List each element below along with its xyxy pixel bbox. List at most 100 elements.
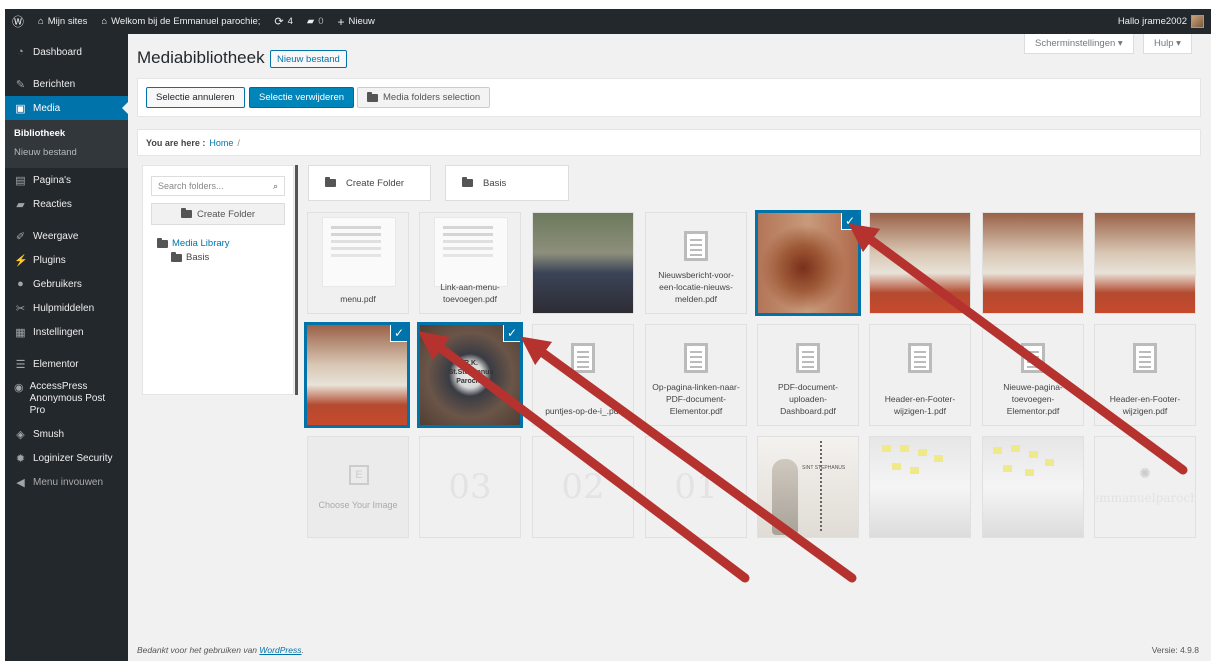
breadcrumb: You are here : Home /	[137, 129, 1201, 156]
check-icon[interactable]: ✓	[841, 213, 858, 230]
sidebar-item-label: Media	[33, 102, 61, 114]
media-item-number[interactable]: 01	[645, 436, 747, 538]
sidebar-item-dashboard[interactable]: ◔ Dashboard	[5, 40, 128, 64]
smush-icon: ◈	[16, 428, 25, 441]
choose-image-label: Choose Your Image	[318, 500, 398, 510]
media-item-statue[interactable]: SINT STEPHANUS	[757, 436, 859, 538]
screen-options-button[interactable]: Scherminstellingen ▾	[1024, 34, 1134, 54]
media-item[interactable]: Link-aan-menu-toevoegen.pdf	[419, 212, 521, 314]
media-item[interactable]: PDF-document-uploaden-Dashboard.pdf	[757, 324, 859, 426]
search-folders-input[interactable]: Search folders... ⌕	[151, 176, 285, 196]
tree-item-media-library[interactable]: Media Library	[157, 237, 230, 249]
media-item-photo-room[interactable]	[982, 212, 1084, 314]
sidebar-item-media[interactable]: ▣ Media	[5, 96, 128, 120]
check-icon[interactable]: ✓	[390, 325, 407, 342]
plug-icon: ⚡	[14, 254, 28, 267]
media-item-photo-room[interactable]	[869, 212, 971, 314]
sidebar-item-label: Smush	[33, 428, 65, 440]
media-item-photo-room[interactable]	[1094, 212, 1196, 314]
sidebar-item-comments[interactable]: ▰ Reacties	[5, 192, 128, 216]
media-item-board[interactable]	[982, 436, 1084, 538]
vertical-lettering	[820, 441, 822, 531]
folder-icon	[367, 91, 378, 102]
sidebar-item-label: Elementor	[33, 358, 79, 370]
statue-shape	[772, 459, 798, 535]
sidebar-item-smush[interactable]: ◈ Smush	[5, 422, 128, 446]
help-button[interactable]: Hulp ▾	[1143, 34, 1192, 54]
my-sites-menu[interactable]: ⌂ Mijn sites	[31, 9, 94, 34]
elementor-icon: E	[349, 465, 369, 485]
media-folders-selection-button[interactable]: Media folders selection	[357, 87, 491, 108]
media-filename: Link-aan-menu-toevoegen.pdf	[440, 282, 500, 304]
elementor-icon: ☰	[15, 358, 26, 371]
submenu-library[interactable]: Bibliotheek	[5, 124, 128, 143]
tree-item-basis[interactable]: Basis	[171, 251, 209, 263]
media-item[interactable]: Nieuwe-pagina-toevoegen-Elementor.pdf	[982, 324, 1084, 426]
sign-line: R.K.	[464, 360, 478, 367]
pdf-thumbnail	[434, 217, 508, 287]
media-item[interactable]: menu.pdf	[307, 212, 409, 314]
tree-item-label: Media Library	[172, 238, 230, 249]
wordpress-logo-icon[interactable]: Ⓦ	[5, 9, 31, 34]
media-item-photo-chapel-selected[interactable]: ✓	[755, 210, 861, 316]
search-placeholder: Search folders...	[158, 181, 224, 191]
sidebar-item-settings[interactable]: ▦ Instellingen	[5, 320, 128, 344]
avatar	[1191, 15, 1204, 28]
sidebar-item-loginizer[interactable]: ✹ Loginizer Security	[5, 446, 128, 470]
sidebar-collapse[interactable]: ◀ Menu invouwen	[5, 470, 128, 494]
sidebar-item-elementor[interactable]: ☰ Elementor	[5, 352, 128, 376]
folder-tile-basis-label: Basis	[483, 177, 507, 189]
sidebar-item-accesspress[interactable]: ◉ AccessPress Anonymous Post Pro	[5, 376, 128, 422]
panel-divider[interactable]	[295, 165, 298, 395]
greeting-label: Hallo jrame2002	[1117, 16, 1187, 27]
breadcrumb-home-link[interactable]: Home	[209, 138, 233, 148]
sidebar-item-label: Pagina's	[33, 174, 72, 186]
media-item[interactable]: Op-pagina-linken-naar-PDF-document-Eleme…	[645, 324, 747, 426]
site-name-menu[interactable]: ⌂ Welkom bij de Emmanuel parochie;	[94, 9, 267, 34]
document-icon	[684, 343, 708, 373]
media-item-number[interactable]: 03	[419, 436, 521, 538]
sidebar-item-appearance[interactable]: ✐ Weergave	[5, 224, 128, 248]
sidebar-item-plugins[interactable]: ⚡ Plugins	[5, 248, 128, 272]
media-item-logo[interactable]: ✺ emmanuelparoch	[1094, 436, 1196, 538]
bulk-toolbar: Selectie annuleren Selectie verwijderen …	[137, 78, 1201, 117]
media-item[interactable]: Header-en-Footer-wijzigen.pdf	[1094, 324, 1196, 426]
folder-tile-basis[interactable]: Basis	[445, 165, 569, 201]
updates-link[interactable]: ⟳ 4	[267, 9, 300, 34]
media-item-board[interactable]	[869, 436, 971, 538]
wordpress-link[interactable]: WordPress	[259, 645, 301, 655]
media-item[interactable]: puntjes-op-de-i_.pdf	[532, 324, 634, 426]
sign-line: St.Stephanus	[448, 369, 494, 376]
create-folder-button[interactable]: Create Folder	[151, 203, 285, 225]
create-folder-tile-label: Create Folder	[346, 177, 405, 189]
delete-selection-button[interactable]: Selectie verwijderen	[249, 87, 355, 108]
create-folder-tile[interactable]: Create Folder	[308, 165, 431, 201]
pdf-thumbnail	[322, 217, 396, 287]
new-content-menu[interactable]: + Nieuw	[331, 9, 382, 34]
add-folder-icon	[180, 208, 192, 218]
comments-link[interactable]: ▰ 0	[300, 9, 331, 34]
media-item-photo-room-selected[interactable]: ✓	[304, 322, 410, 428]
media-item-photo-sign-selected[interactable]: R.K. St.Stephanus Parochie ✓	[417, 322, 523, 428]
sidebar-item-posts[interactable]: ✎ Berichten	[5, 72, 128, 96]
sidebar-item-tools[interactable]: ✂ Hulpmiddelen	[5, 296, 128, 320]
sidebar-item-users[interactable]: ● Gebruikers	[5, 272, 128, 296]
updates-count: 4	[287, 16, 293, 27]
sidebar-item-pages[interactable]: ▤ Pagina's	[5, 168, 128, 192]
add-folder-icon	[325, 177, 336, 187]
media-item-number[interactable]: 02	[532, 436, 634, 538]
media-item[interactable]: Nieuwsbericht-voor-een-locatie-nieuws-me…	[645, 212, 747, 314]
sidebar-item-label: Berichten	[33, 78, 76, 90]
cancel-selection-button[interactable]: Selectie annuleren	[146, 87, 245, 108]
media-item-photo-crowd[interactable]	[532, 212, 634, 314]
media-item[interactable]: Header-en-Footer-wijzigen-1.pdf	[869, 324, 971, 426]
choose-image-tile[interactable]: E Choose Your Image	[307, 436, 409, 538]
document-icon	[1021, 343, 1045, 373]
add-new-button[interactable]: Nieuw bestand	[270, 50, 347, 68]
submenu-add-new[interactable]: Nieuw bestand	[5, 143, 128, 162]
media-filename: Nieuwsbericht-voor-een-locatie-nieuws-me…	[658, 270, 734, 304]
sign-line: Parochie	[456, 378, 486, 385]
check-icon[interactable]: ✓	[503, 325, 520, 342]
account-menu[interactable]: Hallo jrame2002	[1111, 9, 1211, 34]
refresh-icon: ⟳	[274, 16, 284, 28]
